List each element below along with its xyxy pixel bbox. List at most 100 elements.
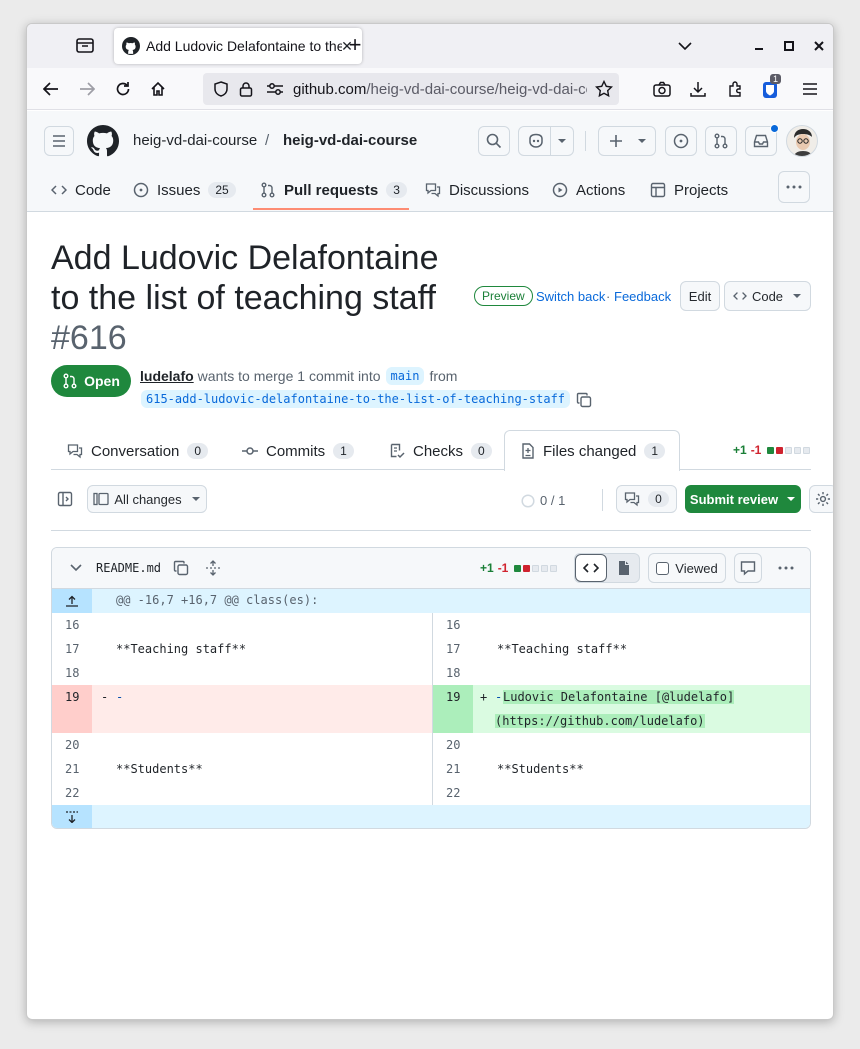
edit-button[interactable]: Edit — [680, 281, 720, 311]
right-line-number[interactable]: 20 — [433, 733, 473, 757]
tab-checks[interactable]: Checks 0 — [389, 438, 492, 464]
bitwarden-extension-icon[interactable]: 1 — [760, 74, 782, 100]
issue-opened-icon — [673, 133, 689, 149]
left-line-number[interactable]: 17 — [52, 637, 92, 661]
comment-on-file-button[interactable] — [734, 553, 762, 583]
hamburger-menu-button[interactable] — [44, 126, 74, 156]
browser-tab[interactable]: Add Ludovic Delafontaine to the list of … — [114, 28, 362, 64]
more-nav-button[interactable] — [778, 171, 810, 203]
search-button[interactable] — [478, 126, 510, 156]
minimize-icon[interactable] — [749, 36, 769, 56]
right-line-number[interactable]: 18 — [433, 661, 473, 685]
copy-icon[interactable] — [576, 392, 592, 408]
home-icon[interactable] — [147, 78, 169, 100]
unfold-icon[interactable] — [205, 560, 221, 576]
permissions-icon[interactable] — [266, 82, 284, 96]
right-code: **Teaching staff** — [497, 642, 628, 656]
repo-link[interactable]: heig-vd-dai-course — [283, 132, 417, 149]
lock-icon[interactable] — [239, 81, 253, 97]
tab-actions-label: Actions — [576, 181, 626, 199]
base-branch[interactable]: main — [385, 367, 425, 385]
preview-badge: Preview — [474, 286, 533, 306]
new-tab-icon[interactable]: + — [345, 34, 365, 56]
tab-code-label: Code — [75, 181, 111, 199]
right-line-number[interactable]: 17 — [433, 637, 473, 661]
maximize-icon[interactable] — [779, 36, 799, 56]
viewed-checkbox-button[interactable]: Viewed — [648, 553, 726, 583]
chevron-down-icon[interactable] — [70, 564, 82, 572]
issues-button[interactable] — [665, 126, 697, 156]
viewed-checkbox[interactable] — [656, 561, 670, 575]
from-text: from — [429, 368, 458, 384]
right-line-number[interactable]: 16 — [433, 613, 473, 637]
bookmark-star-icon[interactable] — [595, 80, 613, 98]
pull-requests-button[interactable] — [705, 126, 737, 156]
code-dropdown-button[interactable]: Code — [724, 281, 811, 311]
forward-icon[interactable] — [76, 78, 98, 100]
tab-code[interactable]: Code — [51, 177, 111, 203]
right-line-number[interactable]: 21 — [433, 757, 473, 781]
head-branch[interactable]: 615-add-ludovic-delafontaine-to-the-list… — [141, 390, 571, 408]
firefox-view-icon[interactable] — [75, 36, 97, 56]
left-line-bg — [52, 685, 432, 733]
diffstat-bar — [767, 446, 811, 454]
play-icon — [552, 182, 568, 198]
left-line-bg — [52, 733, 432, 757]
diff-settings-button[interactable] — [809, 485, 833, 513]
reload-icon[interactable] — [112, 78, 134, 100]
copy-icon[interactable] — [173, 560, 189, 576]
create-new-button[interactable] — [598, 126, 656, 156]
downloads-icon[interactable] — [687, 78, 709, 100]
left-code: - — [116, 690, 124, 704]
plus-icon — [610, 135, 622, 147]
all-changes-dropdown[interactable]: All changes — [87, 485, 207, 513]
tab-pull-requests[interactable]: Pull requests 3 — [260, 177, 407, 203]
tab-actions[interactable]: Actions — [552, 177, 625, 203]
sidebar-expand-icon[interactable] — [57, 491, 73, 507]
expand-up-button[interactable] — [52, 589, 92, 613]
git-pull-request-icon — [714, 133, 728, 149]
tab-projects[interactable]: Projects — [650, 177, 728, 203]
left-line-number[interactable]: 19 — [52, 685, 92, 733]
screenshot-icon[interactable] — [651, 78, 673, 100]
source-view-button[interactable] — [575, 554, 607, 582]
inbox-button[interactable] — [745, 124, 779, 156]
close-window-icon[interactable] — [809, 36, 829, 56]
feedback-link[interactable]: Feedback — [614, 289, 671, 304]
avatar[interactable] — [786, 125, 818, 157]
left-line-number[interactable]: 21 — [52, 757, 92, 781]
copilot-button[interactable] — [518, 126, 574, 156]
file-actions-button[interactable] — [770, 553, 802, 583]
tab-commits[interactable]: Commits 1 — [242, 438, 354, 464]
tab-discussions[interactable]: Discussions — [425, 177, 529, 203]
shield-icon[interactable] — [213, 81, 229, 97]
tab-files-changed[interactable]: Files changed 1 — [521, 438, 666, 464]
left-line-number[interactable]: 20 — [52, 733, 92, 757]
pr-title-text: Add Ludovic Delafontaine to the list of … — [51, 239, 439, 317]
app-menu-icon[interactable] — [799, 78, 821, 100]
github-logo-icon[interactable] — [87, 125, 119, 157]
comments-button[interactable]: 0 — [616, 485, 677, 513]
expand-down-button[interactable] — [52, 805, 92, 828]
back-icon[interactable] — [40, 78, 62, 100]
switch-back-link[interactable]: Switch back — [536, 289, 605, 304]
author-link[interactable]: ludelafo — [140, 368, 194, 384]
copilot-icon — [529, 133, 543, 148]
tab-conversation[interactable]: Conversation 0 — [67, 438, 209, 464]
submit-review-button[interactable]: Submit review — [685, 485, 801, 513]
left-line-number[interactable]: 18 — [52, 661, 92, 685]
file-name[interactable]: README.md — [96, 561, 161, 575]
active-tab-underline — [253, 208, 409, 210]
rich-view-button[interactable] — [609, 554, 639, 582]
right-line-number[interactable]: 19 — [433, 685, 473, 733]
right-line-number[interactable]: 22 — [433, 781, 473, 805]
list-all-tabs-icon[interactable] — [675, 36, 695, 56]
right-line-bg — [433, 661, 810, 685]
left-line-number[interactable]: 16 — [52, 613, 92, 637]
github-favicon-icon — [122, 37, 140, 55]
left-line-number[interactable]: 22 — [52, 781, 92, 805]
owner-link[interactable]: heig-vd-dai-course — [133, 132, 257, 149]
address-bar[interactable]: github.com/heig-vd-dai-course/heig-vd-da… — [203, 73, 619, 105]
extensions-icon[interactable] — [724, 78, 746, 100]
tab-issues[interactable]: Issues 25 — [133, 177, 236, 203]
